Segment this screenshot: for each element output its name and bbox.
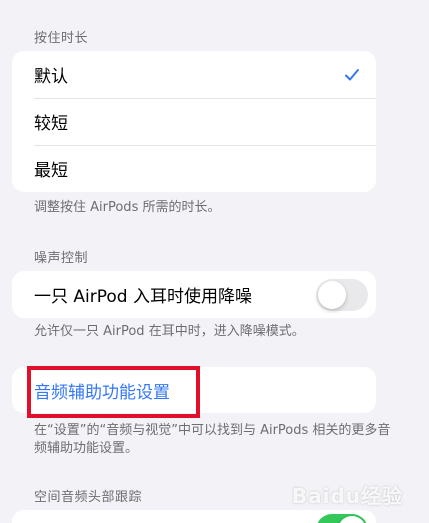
single-airpod-anc-label: 一只 AirPod 入耳时使用降噪 — [34, 287, 252, 307]
press-duration-group: 默认 较短 最短 — [12, 51, 376, 192]
noise-control-header: 噪声控制 — [34, 251, 89, 266]
duration-option-label: 默认 — [34, 67, 68, 87]
baidu-watermark: Baidu经验 — [291, 484, 403, 508]
duration-option-label: 最短 — [34, 161, 68, 181]
duration-option-default[interactable]: 默认 — [12, 51, 376, 98]
spatial-audio-toggle[interactable] — [316, 514, 368, 523]
press-duration-header: 按住时长 — [34, 31, 89, 46]
noise-control-group: 一只 AirPod 入耳时使用降噪 — [12, 271, 376, 318]
accessibility-footer: 在“设置”的“音频与视觉”中可以找到与 AirPods 相关的更多音频辅助功能设… — [34, 423, 391, 456]
spatial-audio-group — [12, 510, 376, 523]
noise-control-footer: 允许仅一只 AirPod 在耳中时，进入降噪模式。 — [34, 324, 305, 339]
single-airpod-anc-row: 一只 AirPod 入耳时使用降噪 — [12, 271, 376, 318]
airpods-settings-page: 按住时长 默认 较短 最短 调整按住 AirPods 所需的时长。 噪声控制 一… — [0, 0, 429, 523]
duration-option-shorter[interactable]: 较短 — [12, 98, 376, 145]
toggle-knob — [338, 516, 366, 523]
single-airpod-anc-toggle[interactable] — [316, 278, 368, 311]
duration-option-label: 较短 — [34, 114, 68, 134]
duration-option-shortest[interactable]: 最短 — [12, 145, 376, 192]
toggle-knob — [318, 280, 346, 309]
annotation-highlight-box — [27, 366, 200, 418]
spatial-audio-header: 空间音频头部跟踪 — [34, 490, 143, 505]
checkmark-icon — [345, 68, 359, 80]
press-duration-footer: 调整按住 AirPods 所需的时长。 — [34, 200, 221, 215]
